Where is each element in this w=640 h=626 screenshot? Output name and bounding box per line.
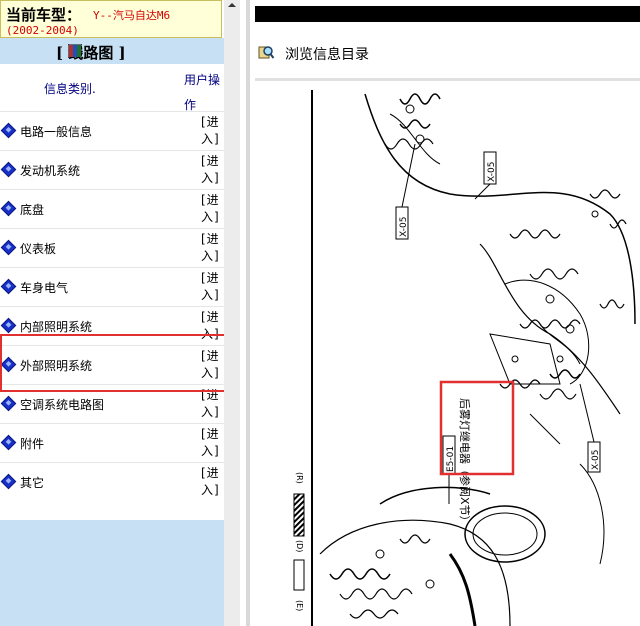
highlight-annotation-box (0, 334, 224, 392)
category-label[interactable]: 底盘 (20, 201, 44, 218)
vehicle-years: (2002-2004) (6, 24, 79, 37)
legend-letter: (R) (295, 472, 304, 484)
enter-link[interactable]: [进入] (201, 231, 223, 265)
vehicle-label: 当前车型： (6, 6, 82, 24)
enter-link[interactable]: [进入] (201, 426, 223, 460)
diamond-bullet-icon (0, 200, 17, 217)
category-label[interactable]: 发动机系统 (20, 162, 80, 179)
right-title-bar (255, 6, 640, 22)
enter-link[interactable]: [进入] (201, 153, 223, 187)
enter-link[interactable]: [进入] (201, 387, 223, 421)
enter-link[interactable]: [进入] (201, 270, 223, 304)
connector-label: X-05 (487, 162, 497, 182)
toolbar-divider (255, 78, 640, 81)
diamond-bullet-icon (0, 239, 17, 256)
connector-label: X-05 (591, 450, 601, 470)
diamond-bullet-icon (0, 473, 17, 490)
category-row[interactable]: 附件 [进入] (0, 423, 224, 462)
current-vehicle-panel: 当前车型： Y--汽马自达M6 (2002-2004) (0, 0, 222, 38)
category-label[interactable]: 仪表板 (20, 240, 56, 257)
category-row[interactable]: 底盘 [进入] (0, 189, 224, 228)
diamond-bullet-icon (0, 434, 17, 451)
callout-text: 后雾灯继电器（参阅X节） (458, 398, 472, 527)
category-label[interactable]: 车身电气 (20, 279, 68, 296)
browse-catalog-label: 浏览信息目录 (285, 47, 369, 63)
browse-catalog-link[interactable]: 浏览信息目录 (255, 36, 640, 66)
legend-letter: (E) (295, 600, 304, 611)
enter-link[interactable]: [进入] (201, 192, 223, 226)
category-label[interactable]: 电路一般信息 (20, 123, 92, 140)
diamond-bullet-icon (0, 395, 17, 412)
scroll-up-arrow-icon[interactable] (228, 3, 236, 7)
category-row[interactable]: 车身电气 [进入] (0, 267, 224, 306)
category-row[interactable]: 其它 [进入] (0, 462, 224, 501)
category-label[interactable]: 附件 (20, 435, 44, 452)
magnifier-book-icon (258, 46, 274, 59)
category-label[interactable]: 空调系统电路图 (20, 396, 104, 413)
enter-link[interactable]: [进入] (201, 114, 223, 148)
vehicle-value: Y--汽马自达M6 (93, 9, 171, 22)
section-title: [ 线路图 ] (56, 44, 126, 62)
connector-label: E5-01 (446, 446, 456, 472)
book-icon (68, 44, 82, 58)
category-label[interactable]: 其它 (20, 474, 44, 491)
category-row[interactable]: 发动机系统 [进入] (0, 150, 224, 189)
enter-link[interactable]: [进入] (201, 465, 223, 499)
frame-scrollbar[interactable] (224, 0, 240, 626)
legend-letter: (D) (295, 540, 304, 552)
left-frame: 当前车型： Y--汽马自达M6 (2002-2004) [ 线路图 ] 信息类别… (0, 0, 224, 626)
category-row[interactable]: 仪表板 [进入] (0, 228, 224, 267)
right-frame: 浏览信息目录 X-05 X-05 X-05 E5-01 后雾灯继电器（参阅X节）… (250, 0, 640, 626)
diamond-bullet-icon (0, 278, 17, 295)
section-header: [ 线路图 ] (0, 38, 224, 64)
diamond-bullet-icon (0, 161, 17, 178)
category-row[interactable]: 电路一般信息 [进入] (0, 111, 224, 150)
category-label[interactable]: 内部照明系统 (20, 318, 92, 335)
connector-label: X-05 (399, 217, 409, 237)
column-header-category: 信息类别. (44, 82, 96, 96)
wiring-diagram[interactable]: X-05 X-05 X-05 E5-01 后雾灯继电器（参阅X节） (R) (D… (250, 84, 640, 626)
diamond-bullet-icon (0, 317, 17, 334)
left-footer-area (0, 520, 224, 626)
diamond-bullet-icon (0, 122, 17, 139)
